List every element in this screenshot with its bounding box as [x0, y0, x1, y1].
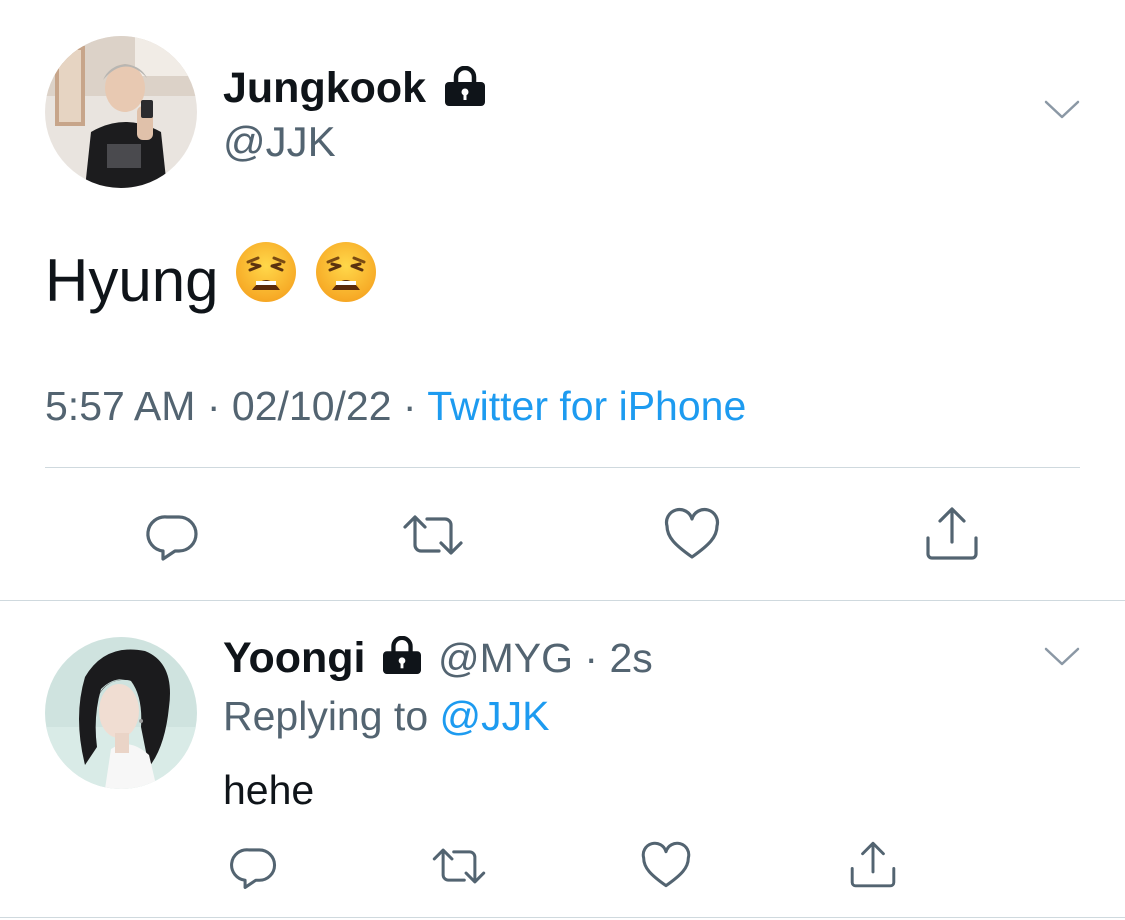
avatar-yoongi[interactable] [45, 637, 197, 789]
meta-separator: · [402, 383, 417, 429]
divider [0, 600, 1125, 601]
tweet-meta: 5:57 AM · 02/10/22 · Twitter for iPhone [45, 380, 746, 432]
lock-icon [381, 635, 423, 679]
share-button[interactable] [845, 838, 901, 892]
divider [0, 917, 1125, 918]
like-button[interactable] [660, 505, 724, 565]
meta-separator: · [206, 383, 221, 429]
main-display-name[interactable]: Jungkook [223, 62, 426, 114]
reply-icon [146, 515, 198, 561]
like-icon [641, 841, 691, 888]
share-icon [926, 507, 978, 560]
like-icon [664, 507, 720, 559]
retweet-icon [432, 848, 486, 884]
reply-button[interactable] [226, 840, 282, 892]
divider [45, 467, 1080, 468]
reply-age[interactable]: 2s [609, 635, 652, 681]
replying-prefix: Replying to [223, 693, 429, 739]
like-button[interactable] [638, 840, 694, 892]
share-icon [850, 841, 896, 888]
retweet-button[interactable] [398, 505, 468, 565]
tweet-date[interactable]: 02/10/22 [232, 383, 392, 429]
reply-handle-meta: @MYG · 2s [438, 632, 653, 684]
retweet-button[interactable] [428, 840, 490, 892]
reply-display-name[interactable]: Yoongi [223, 632, 366, 684]
reply-icon [230, 848, 276, 889]
chevron-down-icon[interactable] [1044, 98, 1080, 127]
tweet-text: Hyung [45, 240, 378, 322]
meta-separator: · [584, 635, 599, 681]
avatar-jungkook[interactable] [45, 36, 197, 188]
tweet-source-link[interactable]: Twitter for iPhone [427, 383, 746, 429]
reply-button[interactable] [140, 505, 206, 565]
replying-to-line: Replying to @JJK [223, 690, 550, 742]
tweet-time[interactable]: 5:57 AM [45, 383, 195, 429]
share-button[interactable] [920, 503, 984, 565]
replying-mention-link[interactable]: @JJK [440, 693, 550, 739]
reply-handle[interactable]: @MYG [438, 635, 573, 681]
lock-icon [443, 65, 487, 111]
retweet-icon [403, 515, 463, 555]
tweet-body: Hyung [45, 247, 219, 314]
chevron-down-icon[interactable] [1044, 645, 1080, 674]
main-handle[interactable]: @JJK [223, 116, 336, 168]
weary-face-icon [314, 240, 378, 322]
weary-face-icon [234, 240, 298, 322]
reply-text: hehe [223, 767, 315, 813]
